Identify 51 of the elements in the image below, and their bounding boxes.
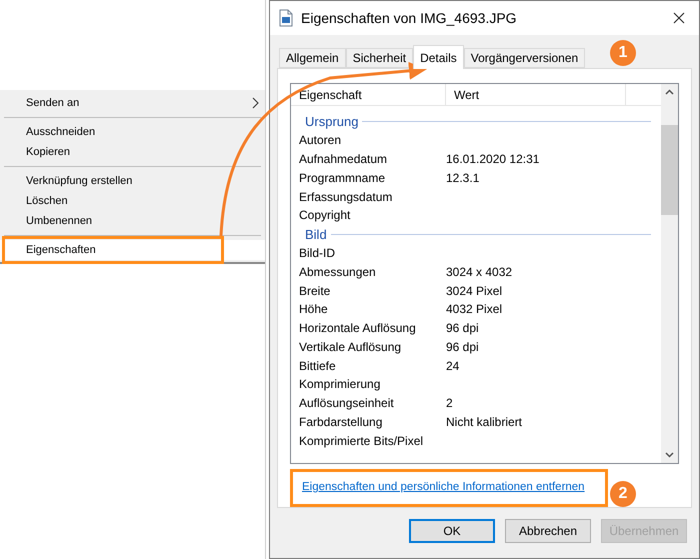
scroll-down-icon[interactable] (665, 452, 674, 458)
scrollbar[interactable] (661, 84, 678, 463)
property-name: Bild-ID (298, 245, 336, 262)
property-name: Vertikale Auflösung (298, 338, 402, 356)
menu-item[interactable]: Löschen (0, 191, 265, 211)
property-name: Abmessungen (298, 264, 377, 281)
property-name: Breite (298, 282, 332, 300)
property-value: 12.3.1 (446, 170, 480, 187)
property-value: 24 (446, 358, 460, 375)
tab[interactable]: Sicherheit (346, 48, 414, 68)
property-value: 96 dpi (446, 338, 479, 356)
menu-item[interactable]: Verknüpfung erstellen (0, 171, 265, 191)
property-value: 16.01.2020 12:31 (446, 151, 540, 168)
property-name: Bittiefe (298, 358, 337, 375)
dialog-button[interactable]: OK (409, 519, 495, 543)
property-value: 2 (446, 395, 453, 412)
section-heading: Bild (305, 226, 327, 244)
scroll-up-icon[interactable] (665, 89, 674, 95)
image-file-icon (278, 9, 294, 27)
section-heading: Ursprung (305, 112, 358, 131)
property-name: Höhe (298, 301, 329, 318)
column-header[interactable]: Eigenschaft (291, 84, 446, 105)
property-value: Nicht kalibriert (446, 414, 522, 431)
property-value: 96 dpi (446, 320, 479, 338)
menu-item[interactable]: Ausschneiden (0, 122, 265, 142)
property-value: 4032 Pixel (446, 301, 502, 318)
menu-item[interactable]: Kopieren (0, 142, 265, 162)
property-value: 3024 Pixel (446, 282, 502, 300)
property-name: Horizontale Auflösung (298, 320, 417, 338)
dialog-button[interactable]: Abbrechen (505, 519, 591, 543)
scroll-thumb[interactable] (661, 125, 678, 215)
tab[interactable]: Vorgängerversionen (464, 48, 586, 68)
property-name: Copyright (298, 207, 352, 224)
property-name: Auflösungseinheit (298, 395, 395, 412)
property-name: Farbdarstellung (298, 414, 384, 431)
property-name: Komprimierung (298, 376, 382, 394)
menu-item[interactable]: Umbenennen (0, 211, 265, 231)
property-name: Aufnahmedatum (298, 151, 388, 168)
tab[interactable]: Allgemein (279, 48, 346, 68)
property-name: Erfassungsdatum (298, 188, 394, 206)
property-name: Komprimierte Bits/Pixel (298, 432, 424, 450)
column-header[interactable]: Wert (446, 84, 626, 105)
close-icon[interactable] (673, 12, 685, 24)
property-value: 3024 x 4032 (446, 264, 512, 281)
tab[interactable]: Details (413, 45, 464, 69)
menu-item[interactable]: Senden an (0, 93, 265, 113)
chevron-right-icon (252, 97, 259, 109)
property-name: Programmname (298, 170, 386, 187)
property-name: Autoren (298, 132, 342, 150)
window-title: Eigenschaften von IMG_4693.JPG (301, 8, 518, 28)
menu-item[interactable]: Eigenschaften (0, 240, 265, 260)
